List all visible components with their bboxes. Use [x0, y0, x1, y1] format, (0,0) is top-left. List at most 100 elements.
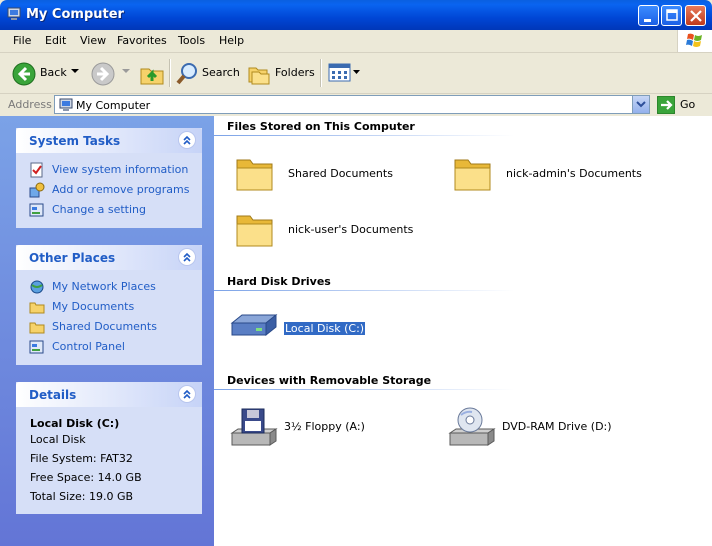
collapse-button[interactable]	[178, 248, 196, 266]
folder-icon	[236, 215, 273, 247]
place-label[interactable]: My Documents	[52, 300, 134, 313]
menu-file[interactable]: File	[13, 34, 31, 47]
title-bar[interactable]: My Computer	[0, 0, 712, 30]
item-shared-documents[interactable]: Shared Documents	[234, 154, 434, 194]
task-change-setting[interactable]: Change a setting	[16, 200, 202, 220]
item-label: nick-admin's Documents	[506, 167, 642, 180]
task-label[interactable]: Add or remove programs	[52, 183, 190, 196]
item-label: Local Disk (C:)	[282, 321, 367, 336]
menu-edit[interactable]: Edit	[45, 34, 66, 47]
place-shared-documents[interactable]: Shared Documents	[16, 317, 202, 337]
details-file-system: File System: FAT32	[30, 452, 133, 465]
views-dropdown-icon[interactable]	[353, 70, 361, 76]
folders-button[interactable]: Folders	[275, 66, 315, 79]
folder-icon	[29, 322, 45, 334]
toolbar-separator	[169, 59, 171, 87]
other-places-panel: Other Places My Network Places My Docume…	[16, 245, 202, 365]
go-arrow-icon[interactable]	[657, 96, 675, 114]
task-view-system-information[interactable]: View system information	[16, 160, 202, 180]
menu-bar: File Edit View Favorites Tools Help	[0, 30, 712, 53]
hard-disk-icon	[230, 313, 278, 337]
minimize-button[interactable]	[638, 5, 659, 26]
explorer-window: My Computer File Edit View Favorites Too…	[0, 0, 712, 546]
menu-help[interactable]: Help	[219, 34, 244, 47]
system-tasks-title: System Tasks	[29, 134, 121, 148]
item-nick-admin-documents[interactable]: nick-admin's Documents	[452, 154, 692, 194]
details-body: Local Disk (C:) Local Disk File System: …	[16, 407, 202, 514]
place-my-network-places[interactable]: My Network Places	[16, 277, 202, 297]
up-folder-icon[interactable]	[139, 61, 165, 87]
task-pane: System Tasks View system information Add…	[0, 116, 214, 546]
details-header[interactable]: Details	[16, 382, 202, 407]
windows-flag-icon	[686, 33, 702, 47]
forward-icon[interactable]	[91, 62, 115, 86]
details-free-space: Free Space: 14.0 GB	[30, 471, 142, 484]
group-divider	[214, 389, 514, 390]
place-label[interactable]: Control Panel	[52, 340, 125, 353]
item-nick-user-documents[interactable]: nick-user's Documents	[234, 210, 434, 250]
item-label: 3½ Floppy (A:)	[284, 420, 365, 433]
content-pane: Files Stored on This Computer Shared Doc…	[214, 116, 712, 546]
toolbar-separator	[320, 59, 322, 87]
back-icon[interactable]	[12, 62, 36, 86]
collapse-button[interactable]	[178, 131, 196, 149]
group-header-removable: Devices with Removable Storage	[227, 374, 432, 387]
place-my-documents[interactable]: My Documents	[16, 297, 202, 317]
details-title: Details	[29, 388, 77, 402]
other-places-header[interactable]: Other Places	[16, 245, 202, 270]
close-icon	[690, 10, 702, 22]
address-value: My Computer	[76, 99, 151, 112]
search-icon[interactable]	[175, 61, 199, 87]
address-dropdown-button[interactable]	[632, 96, 649, 113]
dvd-drive-icon	[448, 407, 496, 446]
windows-logo	[677, 30, 712, 52]
address-bar: Address My Computer Go	[0, 94, 712, 116]
details-total-size: Total Size: 19.0 GB	[30, 490, 134, 503]
views-icon[interactable]	[328, 63, 352, 83]
task-add-remove-programs[interactable]: Add or remove programs	[16, 180, 202, 200]
chevron-down-icon	[636, 101, 646, 108]
network-places-icon	[30, 280, 44, 294]
search-button[interactable]: Search	[202, 66, 240, 79]
place-label[interactable]: My Network Places	[52, 280, 156, 293]
place-control-panel[interactable]: Control Panel	[16, 337, 202, 357]
floppy-drive-icon	[230, 408, 278, 446]
task-label[interactable]: View system information	[52, 163, 188, 176]
folders-icon[interactable]	[247, 62, 271, 86]
go-button[interactable]: Go	[680, 98, 695, 111]
system-tasks-header[interactable]: System Tasks	[16, 128, 202, 153]
system-tasks-list: View system information Add or remove pr…	[16, 153, 202, 228]
group-header-files: Files Stored on This Computer	[227, 120, 415, 133]
item-local-disk-c[interactable]: Local Disk (C:)	[230, 309, 430, 349]
back-dropdown-icon[interactable]	[71, 69, 79, 75]
address-input[interactable]: My Computer	[54, 95, 650, 114]
close-button[interactable]	[685, 5, 706, 26]
menu-tools[interactable]: Tools	[178, 34, 205, 47]
chevron-up-icon	[183, 135, 191, 145]
menu-view[interactable]: View	[80, 34, 106, 47]
menu-favorites[interactable]: Favorites	[117, 34, 167, 47]
back-button[interactable]: Back	[40, 66, 67, 79]
item-floppy-a[interactable]: 3½ Floppy (A:)	[230, 407, 430, 447]
group-divider	[214, 135, 514, 136]
control-panel-icon	[29, 203, 44, 217]
group-divider	[214, 290, 514, 291]
other-places-title: Other Places	[29, 251, 116, 265]
maximize-button[interactable]	[661, 5, 682, 26]
folder-icon	[454, 159, 491, 191]
item-dvd-ram-d[interactable]: DVD-RAM Drive (D:)	[448, 407, 668, 447]
collapse-button[interactable]	[178, 385, 196, 403]
group-header-hard-disks: Hard Disk Drives	[227, 275, 331, 288]
folder-icon	[29, 302, 45, 314]
my-computer-icon	[59, 98, 73, 111]
address-label: Address	[8, 98, 52, 111]
task-label[interactable]: Change a setting	[52, 203, 146, 216]
other-places-list: My Network Places My Documents Shared Do…	[16, 270, 202, 365]
place-label[interactable]: Shared Documents	[52, 320, 157, 333]
minimize-icon	[644, 19, 651, 22]
window-title: My Computer	[26, 7, 124, 22]
chevron-up-icon	[183, 389, 191, 399]
forward-dropdown-icon[interactable]	[122, 69, 130, 75]
folder-icon	[236, 159, 273, 191]
my-computer-icon	[7, 7, 21, 20]
